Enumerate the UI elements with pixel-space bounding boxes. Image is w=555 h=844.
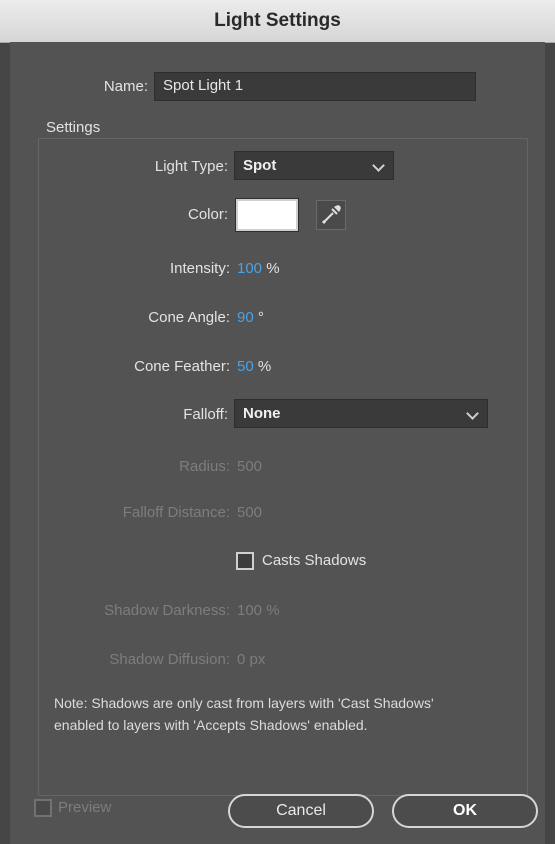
cone-feather-label: Cone Feather: bbox=[134, 358, 230, 375]
title-bar: Light Settings bbox=[0, 0, 555, 43]
intensity-value[interactable]: 100 bbox=[237, 260, 262, 277]
color-label: Color: bbox=[187, 206, 228, 223]
note-line-2: enabled to layers with 'Accepts Shadows'… bbox=[54, 717, 368, 733]
name-input[interactable]: Spot Light 1 bbox=[154, 72, 476, 101]
chevron-down-icon bbox=[466, 407, 479, 420]
cancel-button[interactable]: Cancel bbox=[228, 794, 374, 828]
intensity-label: Intensity: bbox=[169, 260, 230, 277]
radius-value: 500 bbox=[237, 458, 263, 475]
ok-button[interactable]: OK bbox=[392, 794, 538, 828]
cone-angle-value[interactable]: 90 bbox=[237, 309, 254, 326]
eyedropper-icon bbox=[321, 205, 341, 225]
radius-label: Radius: bbox=[179, 458, 230, 475]
cone-feather-field[interactable]: 50 % bbox=[237, 358, 271, 375]
falloff-label: Falloff: bbox=[183, 406, 228, 423]
shadow-darkness-label: Shadow Darkness: bbox=[104, 602, 230, 619]
name-label: Name: bbox=[103, 78, 148, 95]
chevron-down-icon bbox=[372, 159, 385, 172]
light-type-value: Spot bbox=[243, 157, 277, 174]
falloff-distance-value: 500 bbox=[237, 504, 263, 521]
shadow-diffusion-value: 0 px bbox=[237, 651, 266, 668]
intensity-unit: % bbox=[266, 260, 280, 277]
eyedropper-button[interactable] bbox=[316, 200, 346, 230]
falloff-distance-label: Falloff Distance: bbox=[122, 504, 230, 521]
shadow-diffusion-label: Shadow Diffusion: bbox=[109, 651, 230, 668]
casts-shadows-label[interactable]: Casts Shadows bbox=[262, 552, 366, 569]
color-swatch[interactable] bbox=[236, 199, 298, 231]
cone-feather-unit: % bbox=[257, 358, 272, 375]
shadows-note: Note: Shadows are only cast from layers … bbox=[54, 692, 514, 736]
light-type-select[interactable]: Spot bbox=[234, 151, 394, 180]
light-settings-dialog: Name: Spot Light 1 Settings Light Type: … bbox=[10, 42, 545, 844]
settings-group-label: Settings bbox=[46, 119, 101, 136]
cone-angle-unit: ° bbox=[257, 309, 264, 326]
falloff-select[interactable]: None bbox=[234, 399, 488, 428]
window-title: Light Settings bbox=[214, 10, 341, 31]
preview-checkbox[interactable] bbox=[34, 799, 52, 817]
note-line-1: Note: Shadows are only cast from layers … bbox=[54, 695, 434, 711]
casts-shadows-checkbox[interactable] bbox=[236, 552, 254, 570]
cone-feather-value[interactable]: 50 bbox=[237, 358, 254, 375]
falloff-value: None bbox=[243, 405, 281, 422]
preview-label: Preview bbox=[58, 799, 112, 816]
cone-angle-label: Cone Angle: bbox=[148, 309, 230, 326]
light-type-label: Light Type: bbox=[154, 158, 228, 175]
intensity-field[interactable]: 100 % bbox=[237, 260, 280, 277]
shadow-darkness-value: 100 % bbox=[237, 602, 280, 619]
cone-angle-field[interactable]: 90 ° bbox=[237, 309, 264, 326]
